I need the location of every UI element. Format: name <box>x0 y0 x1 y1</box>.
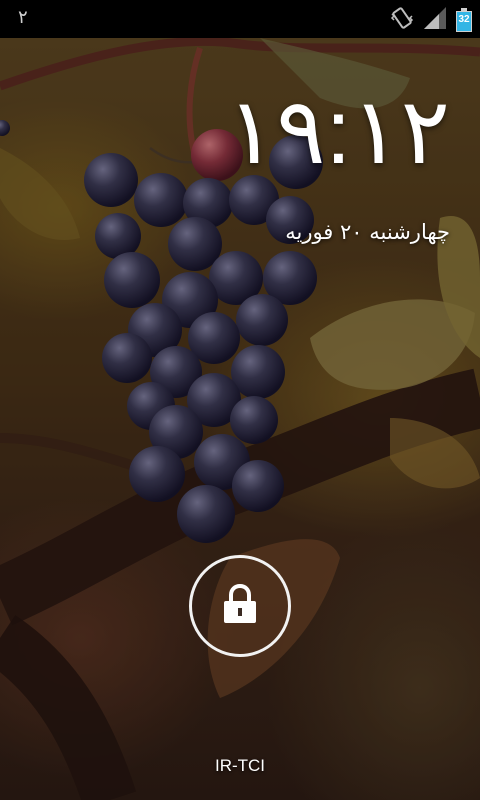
carrier-label: IR-TCI <box>214 756 266 775</box>
status-bar: ٢ 32 <box>0 0 480 38</box>
battery-level: 32 <box>458 14 470 25</box>
notification-count: ٢ <box>18 7 28 28</box>
signal-icon <box>424 7 446 33</box>
lockscreen-clock: ١٩:١٢ <box>226 81 450 183</box>
status-icons: 32 <box>390 6 472 34</box>
battery-icon: 32 <box>456 8 472 32</box>
unlock-button[interactable] <box>189 555 291 657</box>
vibrate-icon <box>390 6 414 34</box>
lockscreen-date: چهارشنبه ٢٠ فوریه <box>285 220 450 244</box>
padlock-icon <box>222 583 258 628</box>
